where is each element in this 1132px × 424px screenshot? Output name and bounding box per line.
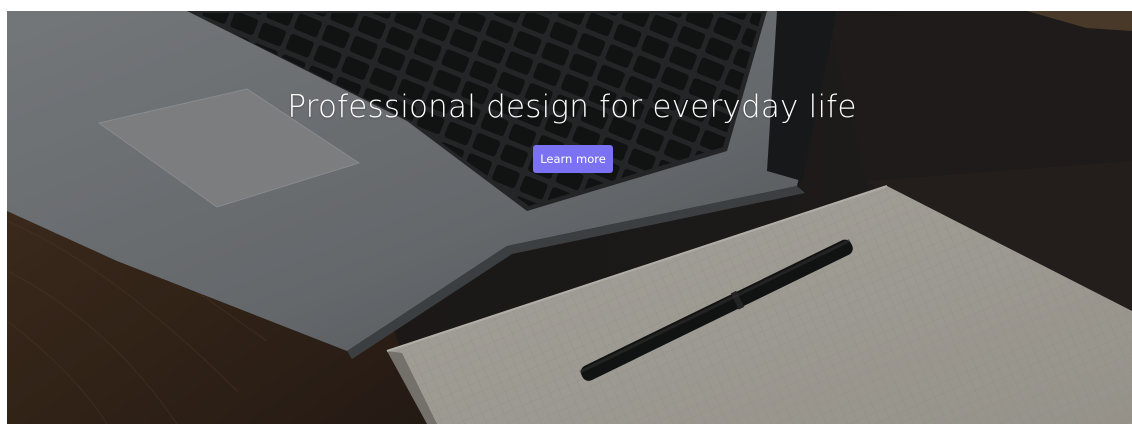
- hero-dark-overlay: [7, 11, 1132, 424]
- learn-more-button[interactable]: Learn more: [533, 145, 613, 173]
- hero-section: Professional design for everyday life Le…: [7, 11, 1132, 424]
- hero-headline: Professional design for everyday life: [287, 89, 857, 125]
- page: Professional design for everyday life Le…: [0, 0, 1132, 424]
